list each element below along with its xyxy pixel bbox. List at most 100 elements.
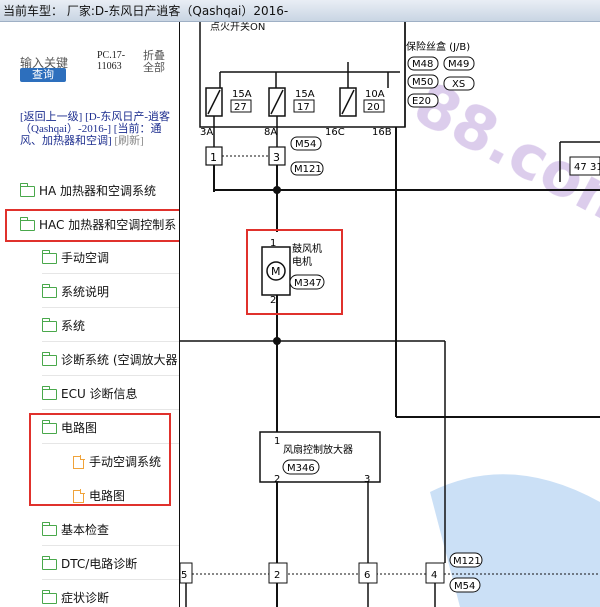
svg-text:5: 5 xyxy=(181,570,187,581)
document-icon xyxy=(73,455,85,469)
folder-icon xyxy=(41,555,57,570)
svg-text:2: 2 xyxy=(274,570,280,581)
tree-item-system-description[interactable]: 系统说明 xyxy=(41,281,180,308)
separator xyxy=(42,545,180,546)
svg-text:17: 17 xyxy=(297,102,310,113)
pc-code: PC.17-11063 xyxy=(97,50,126,72)
document-icon xyxy=(73,489,85,503)
svg-text:8A: 8A xyxy=(264,127,277,138)
svg-text:6: 6 xyxy=(364,570,370,581)
svg-text:10A: 10A xyxy=(365,89,385,100)
separator xyxy=(42,443,180,444)
fan-control-amplifier: 1 风扇控制放大器 M346 2 3 xyxy=(259,431,381,485)
svg-text:电机: 电机 xyxy=(292,255,312,268)
tree-item-wiring-diagram[interactable]: 电路图 xyxy=(41,417,180,444)
svg-text:M49: M49 xyxy=(448,59,469,70)
fuse-17: 15A 17 8A xyxy=(264,87,315,138)
tree-item-hac[interactable]: HAC 加热器和空调控制系 xyxy=(19,214,177,236)
tree-item-label: 症状诊断 xyxy=(61,591,110,605)
svg-text:M54: M54 xyxy=(454,581,475,592)
folder-icon xyxy=(41,589,57,604)
svg-text:M: M xyxy=(271,265,281,278)
wiring-diagram-panel[interactable]: 88.com 点火开关ON 15A 27 3A 15A 17 8A 10A 20… xyxy=(180,22,600,607)
tree-item-label: ECU 诊断信息 xyxy=(61,387,138,401)
svg-text:1: 1 xyxy=(210,151,217,164)
svg-text:4: 4 xyxy=(431,570,437,581)
blower-motor: 1 M 2 鼓风机 电机 M347 xyxy=(261,238,325,306)
svg-text:16B: 16B xyxy=(372,127,392,138)
folder-icon xyxy=(19,182,35,197)
watermark: 88.com xyxy=(403,68,600,607)
svg-text:M347: M347 xyxy=(294,278,322,289)
svg-text:15A: 15A xyxy=(295,89,315,100)
folder-icon xyxy=(41,351,57,366)
svg-text:3: 3 xyxy=(273,151,280,164)
folder-icon xyxy=(19,216,35,231)
breadcrumb: [返回上一级] [D-东风日产-逍客（Qashqai）-2016-] [当前：通… xyxy=(20,111,170,147)
top-partial-label: 点火开关ON xyxy=(210,22,265,33)
svg-text:3: 3 xyxy=(364,474,370,485)
svg-text:M121: M121 xyxy=(453,556,481,567)
tree-item-label: 电路图 xyxy=(89,489,126,503)
refresh-link[interactable]: [刷新] xyxy=(114,135,143,147)
tree-item-label: 手动空调 xyxy=(61,251,110,265)
tree-item-manual-ac[interactable]: 手动空调 xyxy=(41,247,180,274)
svg-text:20: 20 xyxy=(367,102,380,113)
svg-text:XS: XS xyxy=(452,79,465,90)
svg-text:2: 2 xyxy=(270,295,276,306)
svg-text:M54: M54 xyxy=(295,139,316,150)
tree-item-label: 电路图 xyxy=(61,421,98,435)
svg-text:M48: M48 xyxy=(412,59,433,70)
svg-text:鼓风机: 鼓风机 xyxy=(292,242,322,255)
tree-item-label: HAC 加热器和空调控制系 xyxy=(39,218,177,232)
tree-item-diagnosis-system[interactable]: 诊断系统 (空调放大器 xyxy=(41,349,180,376)
tree-item-system[interactable]: 系统 xyxy=(41,315,180,342)
window-title: 当前车型： 厂家:D-东风日产逍客（Qashqai）2016- xyxy=(0,0,600,22)
tree-item-label: DTC/电路诊断 xyxy=(61,557,138,571)
wiring-diagram: 88.com 点火开关ON 15A 27 3A 15A 17 8A 10A 20… xyxy=(180,22,600,607)
svg-text:M50: M50 xyxy=(412,77,433,88)
svg-text:16C: 16C xyxy=(325,127,345,138)
tree-item-ha[interactable]: HA 加热器和空调系统 xyxy=(19,180,157,202)
separator xyxy=(42,273,180,274)
tree-item-label: 系统 xyxy=(61,319,86,333)
folder-icon xyxy=(41,283,57,298)
separator xyxy=(42,579,180,580)
tree-item-label: 手动空调系统 xyxy=(89,455,162,469)
fuse-box-label: 保险丝盒 (J/B) xyxy=(406,40,470,53)
folder-icon xyxy=(41,317,57,332)
svg-text:27: 27 xyxy=(234,102,247,113)
folder-icon xyxy=(41,385,57,400)
nav-back-link[interactable]: [返回上一级] xyxy=(20,111,82,123)
separator xyxy=(42,409,180,410)
fuse-20: 10A 20 16C 16B xyxy=(325,87,392,138)
svg-text:1: 1 xyxy=(274,436,280,447)
tree-item-dtc-diagnosis[interactable]: DTC/电路诊断 xyxy=(41,553,180,580)
svg-text:M121: M121 xyxy=(294,164,322,175)
separator xyxy=(42,341,180,342)
tree-item-basic-inspection[interactable]: 基本检查 xyxy=(41,519,180,546)
separator xyxy=(42,375,180,376)
tree-item-ecu-diagnosis[interactable]: ECU 诊断信息 xyxy=(41,383,180,410)
svg-text:3A: 3A xyxy=(200,127,213,138)
svg-text:15A: 15A xyxy=(232,89,252,100)
folder-icon xyxy=(41,249,57,264)
tree-item-label: 诊断系统 (空调放大器 xyxy=(61,353,178,367)
tree-item-wiring-diagram-doc[interactable]: 电路图 xyxy=(73,485,125,507)
fold-all-button[interactable]: 折叠全部 xyxy=(143,50,171,74)
svg-text:E20: E20 xyxy=(412,96,431,107)
search-button[interactable]: 查询 xyxy=(20,68,66,82)
tree-item-label: HA 加热器和空调系统 xyxy=(39,184,157,198)
sidebar: 输入关键 查询 PC.17-11063 折叠全部 [返回上一级] [D-东风日产… xyxy=(0,22,180,607)
fuse-27: 15A 27 3A xyxy=(200,87,252,138)
folder-open-icon xyxy=(41,419,57,434)
tree-item-label: 系统说明 xyxy=(61,285,110,299)
svg-text:47: 47 xyxy=(574,162,587,173)
tree-item-label: 基本检查 xyxy=(61,523,110,537)
svg-text:风扇控制放大器: 风扇控制放大器 xyxy=(283,443,353,456)
tree-item-symptom-diagnosis[interactable]: 症状诊断 xyxy=(41,587,110,607)
folder-icon xyxy=(41,521,57,536)
tree-item-manual-ac-system[interactable]: 手动空调系统 xyxy=(73,451,161,473)
svg-text:M346: M346 xyxy=(287,463,315,474)
svg-text:31: 31 xyxy=(590,162,600,173)
